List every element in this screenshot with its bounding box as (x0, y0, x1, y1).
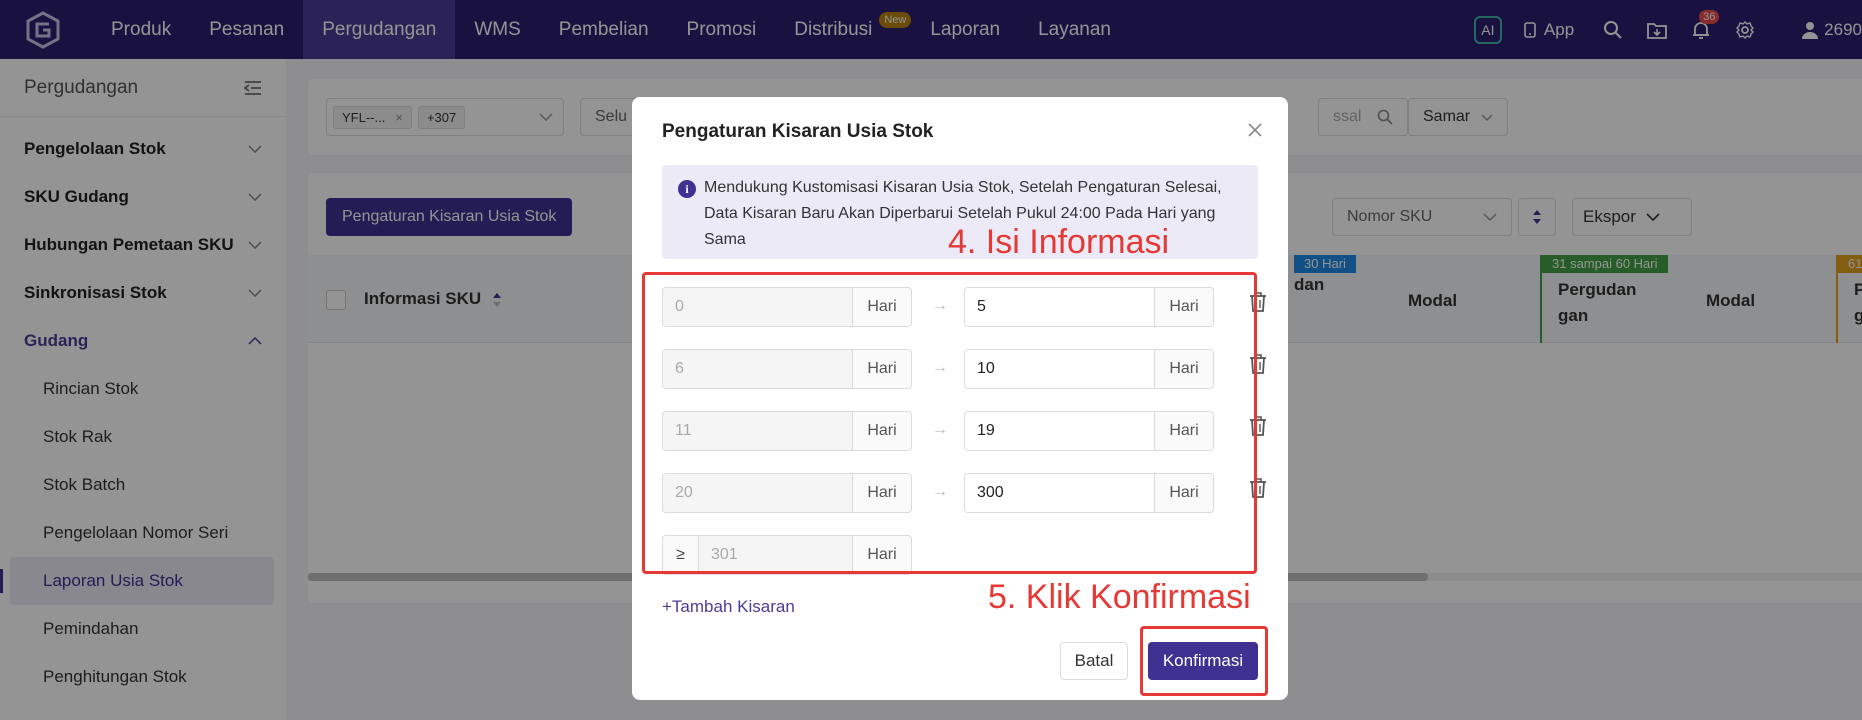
annotation-step-4: 4. Isi Informasi (948, 223, 1170, 261)
annotation-box-confirm (1140, 626, 1268, 696)
add-range-link[interactable]: +Tambah Kisaran (662, 597, 795, 617)
modal-title: Pengaturan Kisaran Usia Stok (662, 121, 934, 142)
info-icon: i (678, 180, 696, 198)
annotation-box-fill-info (642, 272, 1257, 574)
cancel-button[interactable]: Batal (1060, 642, 1128, 680)
annotation-step-5: 5. Klik Konfirmasi (988, 578, 1251, 616)
close-icon[interactable] (1244, 119, 1266, 141)
